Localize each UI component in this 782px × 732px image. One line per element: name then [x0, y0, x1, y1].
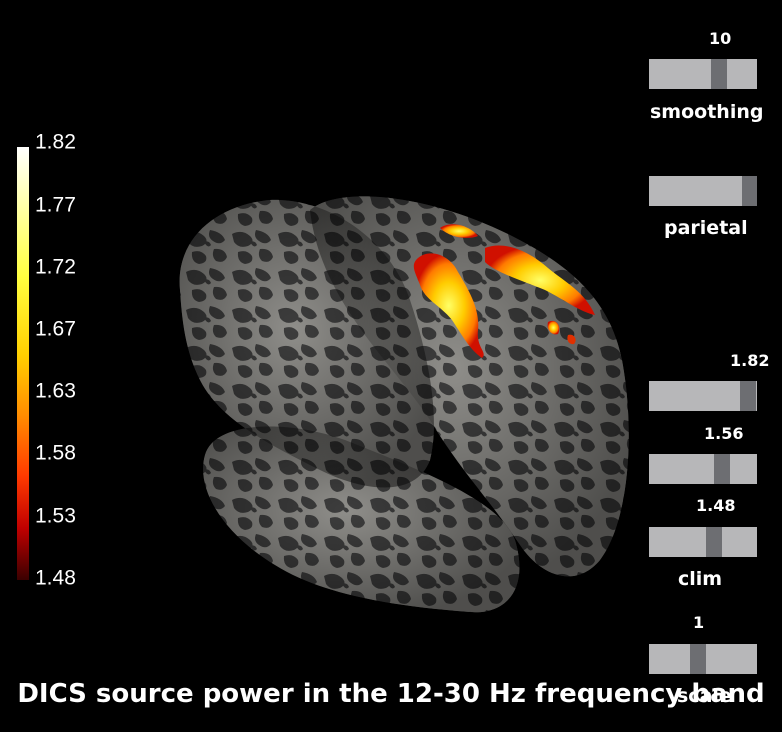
colorbar-tick: 1.82 — [35, 130, 76, 154]
cortex — [179, 196, 629, 613]
view-slider-handle[interactable] — [742, 176, 757, 206]
clim-min-slider-handle[interactable] — [706, 527, 722, 557]
scale-slider[interactable] — [649, 644, 757, 674]
smoothing-label: smoothing — [650, 101, 764, 123]
clim-mid-slider[interactable] — [649, 454, 757, 484]
colorbar — [17, 147, 29, 580]
smoothing-slider[interactable] — [649, 59, 757, 89]
colorbar-tick: 1.48 — [35, 566, 76, 590]
scale-value: 1 — [693, 613, 705, 632]
clim-max-slider[interactable] — [649, 381, 757, 411]
clim-label: clim — [678, 568, 723, 590]
colorbar-tick: 1.77 — [35, 193, 76, 217]
clim-mid-slider-handle[interactable] — [714, 454, 730, 484]
smoothing-slider-handle[interactable] — [711, 59, 727, 89]
colorbar-tick: 1.53 — [35, 504, 76, 528]
clim-min-value: 1.48 — [696, 496, 736, 515]
clim-max-slider-handle[interactable] — [740, 381, 756, 411]
clim-min-slider[interactable] — [649, 527, 757, 557]
view-slider[interactable] — [649, 176, 757, 206]
colorbar-tick: 1.63 — [35, 379, 76, 403]
colorbar-tick: 1.67 — [35, 317, 76, 341]
view-label: parietal — [664, 217, 748, 239]
colorbar-tick: 1.58 — [35, 441, 76, 465]
colorbar-tick: 1.72 — [35, 255, 76, 279]
clim-max-value: 1.82 — [730, 351, 770, 370]
scale-slider-handle[interactable] — [690, 644, 706, 674]
smoothing-value: 10 — [709, 29, 732, 48]
figure-title: DICS source power in the 12-30 Hz freque… — [17, 679, 765, 709]
clim-mid-value: 1.56 — [704, 424, 744, 443]
